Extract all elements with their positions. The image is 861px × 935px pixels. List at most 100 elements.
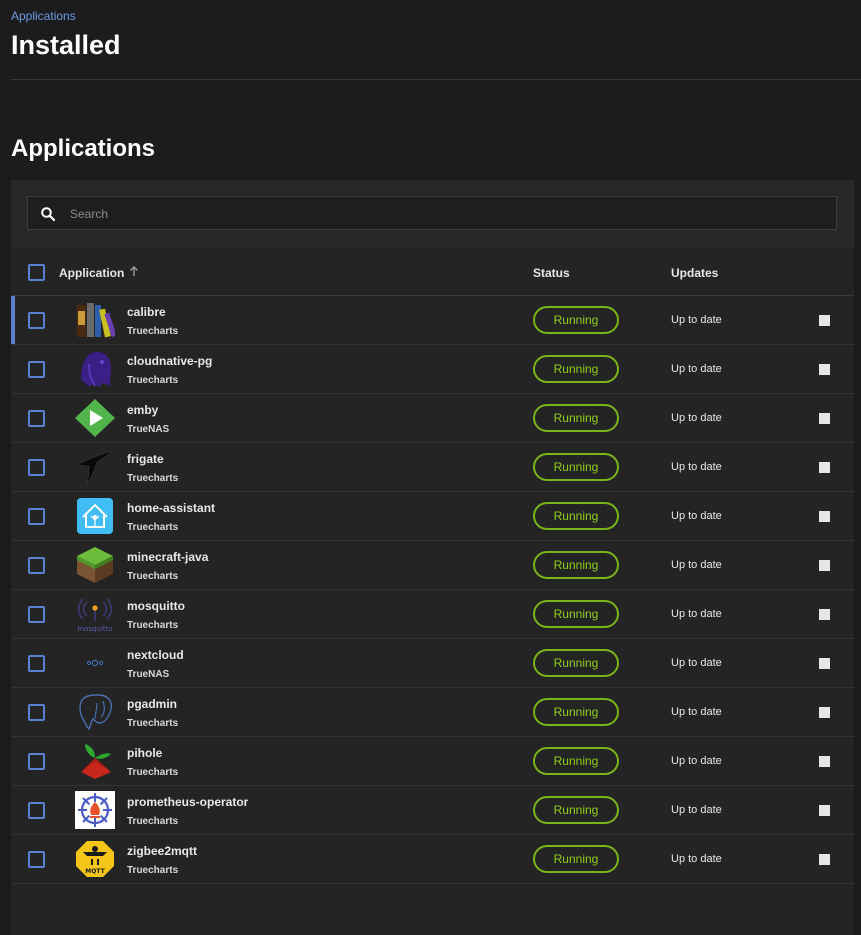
breadcrumb[interactable]: Applications	[11, 9, 76, 23]
update-status: Up to date	[671, 510, 722, 522]
table-row[interactable]: cloudnative-pg Truecharts Running Up to …	[11, 345, 854, 394]
row-actions-button[interactable]	[819, 364, 830, 375]
column-updates[interactable]: Updates	[671, 266, 718, 280]
pihole-icon	[81, 744, 111, 779]
app-train: Truecharts	[127, 522, 179, 533]
app-train: Truecharts	[127, 326, 179, 337]
app-train: Truecharts	[127, 865, 179, 876]
table-row[interactable]: frigate Truecharts Running Up to date	[11, 443, 854, 492]
row-actions-button[interactable]	[819, 413, 830, 424]
row-actions-button[interactable]	[819, 805, 830, 816]
app-name: cloudnative-pg	[127, 354, 213, 368]
table-row[interactable]: nextcloud TrueNAS Running Up to date	[11, 639, 854, 688]
table-row[interactable]: mosquitto mosquitto Truecharts Running U…	[11, 590, 854, 639]
prometheus-icon	[75, 791, 115, 829]
app-name: prometheus-operator	[127, 795, 249, 809]
app-name: zigbee2mqtt	[127, 844, 198, 858]
row-checkbox[interactable]	[28, 361, 45, 378]
app-train: Truecharts	[127, 767, 179, 778]
column-application[interactable]: Application	[59, 266, 124, 280]
column-status[interactable]: Status	[533, 266, 570, 280]
search-input[interactable]	[68, 197, 832, 231]
search-box[interactable]	[27, 196, 837, 231]
table-row[interactable]: prometheus-operator Truecharts Running U…	[11, 786, 854, 835]
row-actions-button[interactable]	[819, 511, 830, 522]
svg-text:MQTT: MQTT	[85, 868, 105, 875]
app-name: nextcloud	[127, 648, 184, 662]
table-row[interactable]: pgadmin Truecharts Running Up to date	[11, 688, 854, 737]
header-divider	[11, 79, 861, 80]
cloudnative-pg-icon	[81, 352, 111, 387]
row-checkbox[interactable]	[28, 410, 45, 427]
search-bar	[11, 180, 854, 248]
app-name: mosquitto	[127, 599, 185, 613]
pgadmin-icon	[79, 694, 113, 731]
row-checkbox[interactable]	[28, 557, 45, 574]
status-badge: Running	[533, 306, 619, 334]
update-status: Up to date	[671, 853, 722, 865]
app-train: Truecharts	[127, 620, 179, 631]
app-name: pgadmin	[127, 697, 177, 711]
table-row[interactable]: pihole Truecharts Running Up to date	[11, 737, 854, 786]
calibre-icon	[77, 303, 115, 338]
row-checkbox[interactable]	[28, 508, 45, 525]
row-actions-button[interactable]	[819, 707, 830, 718]
row-checkbox[interactable]	[28, 655, 45, 672]
row-actions-button[interactable]	[819, 315, 830, 326]
row-actions-button[interactable]	[819, 560, 830, 571]
applications-card: Application Status Updates calibre Truec…	[11, 180, 854, 935]
row-checkbox[interactable]	[28, 802, 45, 819]
row-checkbox[interactable]	[28, 851, 45, 868]
frigate-icon	[76, 449, 114, 485]
update-status: Up to date	[671, 363, 722, 375]
update-status: Up to date	[671, 461, 722, 473]
update-status: Up to date	[671, 657, 722, 669]
status-badge: Running	[533, 502, 619, 530]
app-train: TrueNAS	[127, 669, 170, 680]
row-checkbox[interactable]	[28, 704, 45, 721]
row-checkbox[interactable]	[28, 606, 45, 623]
app-name: frigate	[127, 452, 164, 466]
mosquitto-icon: mosquitto	[77, 598, 113, 633]
emby-icon	[75, 399, 115, 437]
status-badge: Running	[533, 698, 619, 726]
update-status: Up to date	[671, 755, 722, 767]
table-header: Application Status Updates	[11, 248, 854, 296]
status-badge: Running	[533, 796, 619, 824]
table-row[interactable]: minecraft-java Truecharts Running Up to …	[11, 541, 854, 590]
svg-text:mosquitto: mosquitto	[77, 625, 112, 633]
search-icon	[41, 207, 56, 222]
table-row[interactable]: calibre Truecharts Running Up to date	[11, 296, 854, 345]
row-checkbox[interactable]	[28, 753, 45, 770]
status-badge: Running	[533, 355, 619, 383]
section-title: Applications	[11, 135, 156, 162]
app-name: calibre	[127, 305, 166, 319]
row-actions-button[interactable]	[819, 609, 830, 620]
table-row[interactable]: MQTT zigbee2mqtt Truecharts Running Up t…	[11, 835, 854, 884]
minecraft-icon	[77, 547, 113, 583]
nextcloud-icon	[86, 659, 104, 667]
status-badge: Running	[533, 747, 619, 775]
update-status: Up to date	[671, 804, 722, 816]
row-actions-button[interactable]	[819, 658, 830, 669]
row-actions-button[interactable]	[819, 756, 830, 767]
table-row[interactable]: home-assistant Truecharts Running Up to …	[11, 492, 854, 541]
page-title: Installed	[11, 30, 121, 60]
status-badge: Running	[533, 649, 619, 677]
sort-arrow-up-icon[interactable]	[129, 265, 139, 277]
row-actions-button[interactable]	[819, 854, 830, 865]
app-train: Truecharts	[127, 375, 179, 386]
row-actions-button[interactable]	[819, 462, 830, 473]
update-status: Up to date	[671, 608, 722, 620]
zigbee2mqtt-icon: MQTT	[76, 841, 114, 877]
select-all-checkbox[interactable]	[28, 264, 45, 281]
update-status: Up to date	[671, 706, 722, 718]
table-row[interactable]: emby TrueNAS Running Up to date	[11, 394, 854, 443]
status-badge: Running	[533, 551, 619, 579]
table-body: calibre Truecharts Running Up to date cl…	[11, 296, 854, 884]
app-name: home-assistant	[127, 501, 216, 515]
row-checkbox[interactable]	[28, 312, 45, 329]
app-name: emby	[127, 403, 159, 417]
status-badge: Running	[533, 453, 619, 481]
row-checkbox[interactable]	[28, 459, 45, 476]
